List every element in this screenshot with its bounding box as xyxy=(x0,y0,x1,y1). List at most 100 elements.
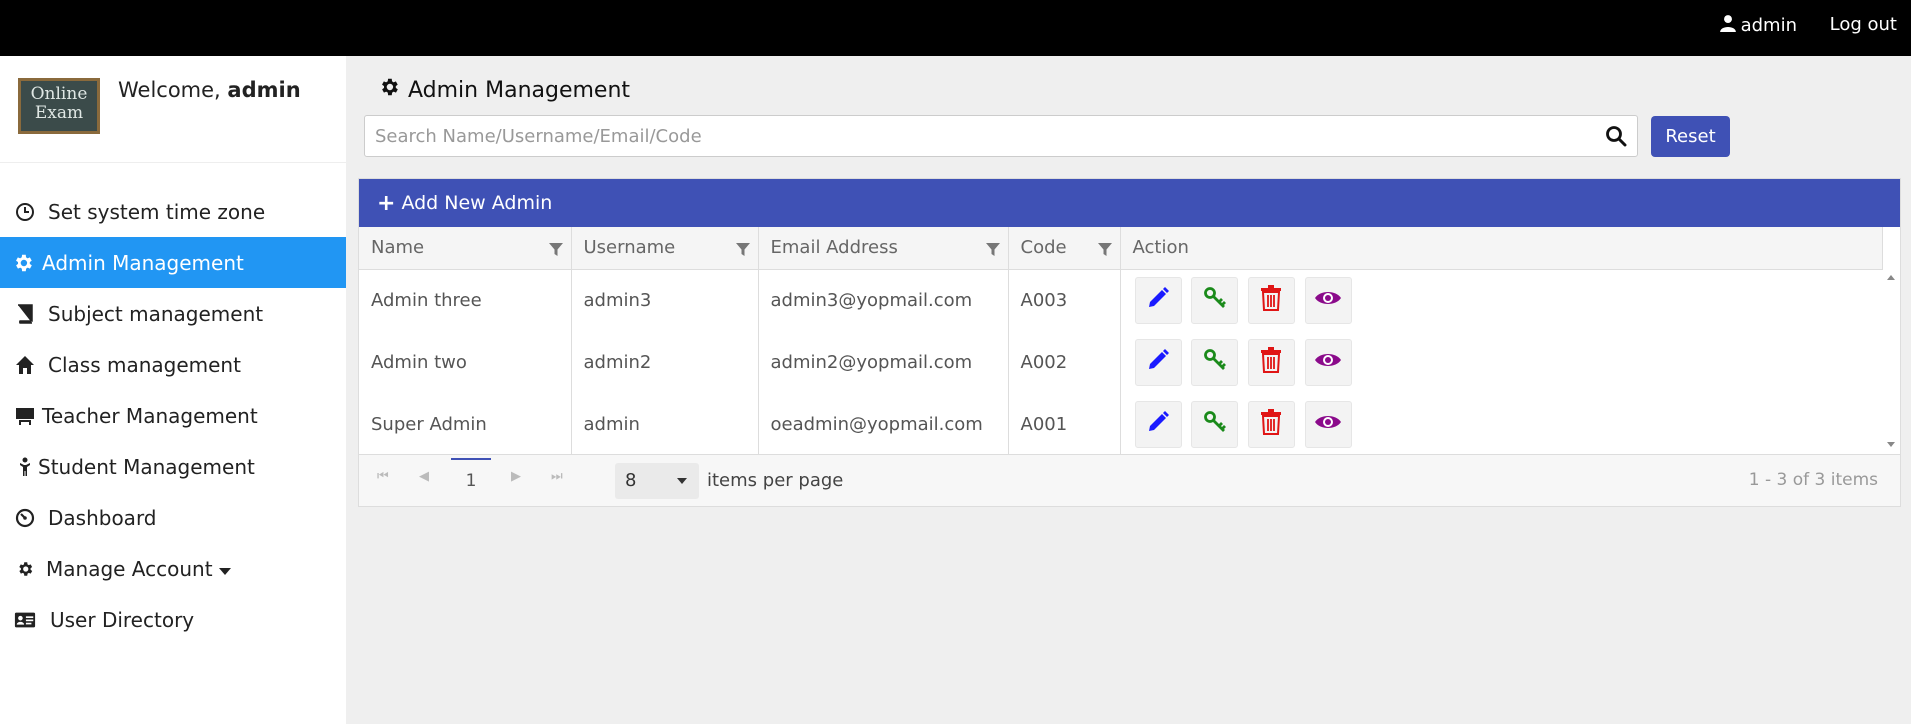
pencil-icon xyxy=(1146,348,1170,377)
sidebar-item-class-management[interactable]: Class management xyxy=(0,339,346,390)
child-icon xyxy=(14,456,36,478)
column-title: Action xyxy=(1132,237,1189,259)
delete-button[interactable] xyxy=(1247,400,1295,448)
add-new-admin-label: Add New Admin xyxy=(401,192,553,214)
column-title: Email Address xyxy=(770,237,898,259)
cell-actions xyxy=(1120,269,1883,331)
vertical-scrollbar[interactable] xyxy=(1882,269,1900,453)
edit-button[interactable] xyxy=(1134,276,1182,324)
view-button[interactable] xyxy=(1304,276,1352,324)
admin-grid: + Add New Admin Name Username Email Addr… xyxy=(358,178,1901,507)
column-header-username[interactable]: Username xyxy=(571,227,759,270)
presentation-icon xyxy=(14,405,36,427)
sidebar-item-dashboard[interactable]: Dashboard xyxy=(0,492,346,543)
sidebar: Online Exam Welcome, admin Set system ti… xyxy=(0,56,346,724)
cell-email: admin2@yopmail.com xyxy=(758,331,1009,393)
logout-link[interactable]: Log out xyxy=(1830,14,1897,35)
book-icon xyxy=(14,303,36,325)
page-title-text: Admin Management xyxy=(408,77,631,103)
sidebar-item-label: Subject management xyxy=(48,301,264,326)
welcome-user: admin xyxy=(227,78,301,102)
filter-icon[interactable] xyxy=(985,241,1000,262)
reset-password-button[interactable] xyxy=(1191,276,1239,324)
page-size-value: 8 xyxy=(625,470,637,491)
cell-username: admin xyxy=(571,393,759,455)
next-page-icon[interactable]: ▶ xyxy=(511,469,521,484)
user-name: admin xyxy=(1740,15,1797,36)
cell-username: admin2 xyxy=(571,331,759,393)
chevron-down-icon xyxy=(218,568,231,575)
page-size-select[interactable]: 8 xyxy=(615,463,699,499)
sidebar-item-label: Teacher Management xyxy=(42,403,258,428)
sidebar-item-label: Admin Management xyxy=(42,250,244,275)
admin-table: Name Username Email Address Code Action … xyxy=(359,227,1883,455)
trash-icon xyxy=(1260,346,1282,378)
scroll-up-icon[interactable] xyxy=(1887,275,1895,280)
sidebar-item-subject-management[interactable]: Subject management xyxy=(0,288,346,339)
cell-code: A001 xyxy=(1008,393,1121,455)
brand: Online Exam Welcome, admin xyxy=(0,56,346,163)
edit-button[interactable] xyxy=(1134,338,1182,386)
eye-icon xyxy=(1314,288,1342,313)
gear-icon xyxy=(378,76,400,104)
cell-name: Super Admin xyxy=(359,393,572,455)
filter-icon[interactable] xyxy=(735,241,750,262)
chevron-down-icon xyxy=(677,478,687,484)
logo-line-2: Exam xyxy=(34,103,84,123)
first-page-icon[interactable]: ⏮ xyxy=(377,469,389,484)
search-input[interactable] xyxy=(365,116,1595,156)
column-title: Username xyxy=(583,237,676,259)
sidebar-item-label: Class management xyxy=(48,352,241,377)
pencil-icon xyxy=(1146,410,1170,439)
filter-icon[interactable] xyxy=(548,241,563,262)
logo-line-1: Online xyxy=(30,84,88,104)
key-icon xyxy=(1203,348,1227,377)
cell-username: admin3 xyxy=(571,269,759,331)
clock-icon xyxy=(14,201,36,223)
edit-button[interactable] xyxy=(1134,400,1182,448)
cell-email: admin3@yopmail.com xyxy=(758,269,1009,331)
sidebar-item-user-directory[interactable]: User Directory xyxy=(0,594,346,645)
scroll-down-icon[interactable] xyxy=(1887,442,1895,447)
items-per-page-label: items per page xyxy=(707,470,844,491)
view-button[interactable] xyxy=(1304,400,1352,448)
key-icon xyxy=(1203,410,1227,439)
sidebar-item-student-management[interactable]: Student Management xyxy=(0,441,346,492)
plus-icon: + xyxy=(377,190,396,216)
pager-range: 1 - 3 of 3 items xyxy=(1748,470,1878,490)
page-number[interactable]: 1 xyxy=(451,458,491,502)
sidebar-item-admin-management[interactable]: Admin Management xyxy=(0,237,346,288)
eye-icon xyxy=(1314,350,1342,375)
cell-actions xyxy=(1120,393,1883,455)
welcome-text: Welcome, admin xyxy=(118,78,301,102)
table-row: Super Admin admin oeadmin@yopmail.com A0… xyxy=(359,393,1883,455)
column-header-email[interactable]: Email Address xyxy=(758,227,1009,270)
search-box xyxy=(364,115,1638,157)
sidebar-item-label: Manage Account xyxy=(46,556,213,581)
column-header-action: Action xyxy=(1120,227,1883,270)
sidebar-item-label: User Directory xyxy=(50,607,195,632)
column-header-code[interactable]: Code xyxy=(1008,227,1121,270)
sidebar-nav: Set system time zone Admin Management Su… xyxy=(0,186,346,645)
user-icon xyxy=(1719,14,1737,37)
search-icon[interactable] xyxy=(1605,125,1627,151)
view-button[interactable] xyxy=(1304,338,1352,386)
user-menu[interactable]: admin xyxy=(1719,14,1797,37)
reset-password-button[interactable] xyxy=(1191,338,1239,386)
reset-button[interactable]: Reset xyxy=(1651,116,1730,157)
reset-password-button[interactable] xyxy=(1191,400,1239,448)
sidebar-item-teacher-management[interactable]: Teacher Management xyxy=(0,390,346,441)
dashboard-icon xyxy=(14,507,36,529)
delete-button[interactable] xyxy=(1247,276,1295,324)
sidebar-item-manage-account[interactable]: Manage Account xyxy=(0,543,346,594)
column-header-name[interactable]: Name xyxy=(359,227,572,270)
add-new-admin-button[interactable]: + Add New Admin xyxy=(377,191,552,216)
last-page-icon[interactable]: ⏭ xyxy=(551,469,563,484)
delete-button[interactable] xyxy=(1247,338,1295,386)
table-header-row: Name Username Email Address Code Action xyxy=(359,227,1883,270)
cell-email: oeadmin@yopmail.com xyxy=(758,393,1009,455)
cell-name: Admin two xyxy=(359,331,572,393)
prev-page-icon[interactable]: ◀ xyxy=(419,469,429,484)
filter-icon[interactable] xyxy=(1097,241,1112,262)
sidebar-item-time-zone[interactable]: Set system time zone xyxy=(0,186,346,237)
